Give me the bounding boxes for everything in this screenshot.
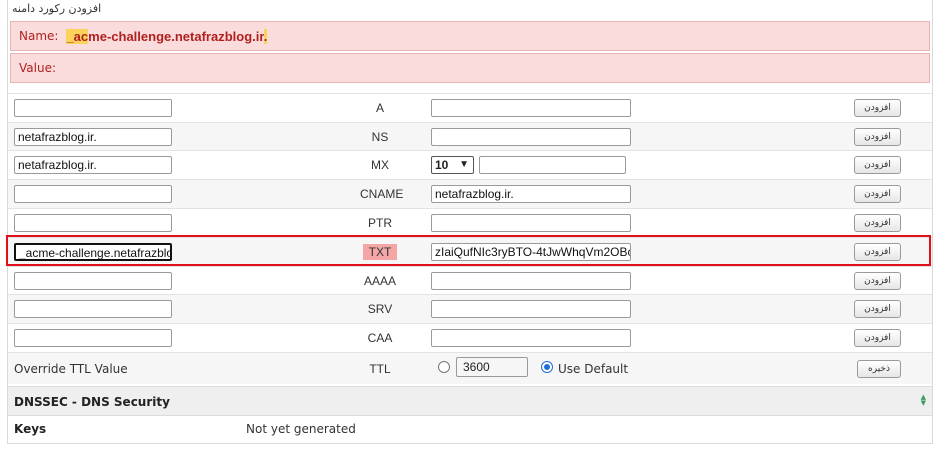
name-alert-label: Name: <box>19 29 59 43</box>
save-button[interactable]: ذخیره <box>857 360 901 378</box>
add-button-cname[interactable]: افزودن <box>854 185 901 203</box>
ttl-custom-radio[interactable] <box>438 361 450 373</box>
up-down-arrows-icon[interactable]: ▲ ▼ <box>921 394 926 407</box>
add-button-ns[interactable]: افزودن <box>854 128 901 146</box>
record-type-srv: SRV <box>367 302 393 316</box>
host-input-a[interactable] <box>14 99 172 117</box>
value-input-ns[interactable] <box>431 128 631 146</box>
host-input-srv[interactable] <box>14 300 172 318</box>
host-input-txt[interactable]: _acme-challenge.netafrazblog <box>14 243 172 261</box>
add-button-srv[interactable]: افزودن <box>854 300 901 318</box>
record-type-txt-label: TXT <box>362 244 398 260</box>
value-input-ptr[interactable] <box>431 214 631 232</box>
name-highlight-start: _ac <box>66 28 89 44</box>
record-row-aaaa: AAAA افزودن <box>8 266 932 295</box>
host-input-ptr[interactable] <box>14 214 172 232</box>
keys-row: Keys Not yet generated <box>8 416 932 442</box>
record-row-caa: CAA افزودن <box>8 323 932 352</box>
host-input-caa[interactable] <box>14 329 172 347</box>
record-row-a: A افزودن <box>8 93 932 122</box>
add-button-mx[interactable]: افزودن <box>854 156 901 174</box>
host-input-cname[interactable] <box>14 185 172 203</box>
record-row-cname: CNAME netafrazblog.ir. افزودن <box>8 179 932 208</box>
value-input-cname[interactable]: netafrazblog.ir. <box>431 185 631 203</box>
value-alert-label: Value: <box>19 61 56 75</box>
ttl-value-input[interactable]: 3600 <box>456 357 528 377</box>
value-input-a[interactable] <box>431 99 631 117</box>
record-type-mx: MX <box>371 158 389 172</box>
record-type-caa: CAA <box>367 331 393 345</box>
record-type-a: A <box>375 101 384 115</box>
dnssec-title: DNSSEC - DNS Security <box>14 395 170 409</box>
value-input-caa[interactable] <box>431 329 631 347</box>
add-button-a[interactable]: افزودن <box>854 99 901 117</box>
record-type-txt: TXT <box>360 244 400 260</box>
keys-label: Keys <box>14 422 47 436</box>
ttl-default-label: Use Default <box>558 362 629 376</box>
keys-value: Not yet generated <box>246 422 356 436</box>
ttl-type-label: TTL <box>369 362 391 376</box>
add-button-caa[interactable]: افزودن <box>854 329 901 347</box>
name-highlight-end: . <box>263 28 268 44</box>
record-row-mx: netafrazblog.ir. MX 10 ▼ افزودن <box>8 150 932 179</box>
record-type-ptr: PTR <box>368 216 392 230</box>
value-input-srv[interactable] <box>431 300 631 318</box>
value-input-txt[interactable]: zIaiQufNIc3ryBTO-4tJwWhqVm2OBc <box>431 243 631 261</box>
host-input-ns[interactable]: netafrazblog.ir. <box>14 128 172 146</box>
record-type-cname: CNAME <box>360 187 404 201</box>
record-type-aaaa: AAAA <box>363 274 396 288</box>
add-button-ptr[interactable]: افزودن <box>854 214 901 232</box>
value-input-mx[interactable] <box>479 156 626 174</box>
value-alert: Value: <box>10 53 930 83</box>
mx-priority-select[interactable]: 10 ▼ <box>431 156 474 174</box>
record-row-ptr: PTR افزودن <box>8 208 932 237</box>
name-alert: Name: _acme-challenge.netafrazblog.ir. <box>10 21 930 51</box>
record-row-ns: netafrazblog.ir. NS افزودن <box>8 122 932 151</box>
add-button-aaaa[interactable]: افزودن <box>854 272 901 290</box>
record-type-ns: NS <box>371 130 389 144</box>
record-row-txt: _acme-challenge.netafrazblog TXT zIaiQuf… <box>8 237 932 266</box>
ttl-override-label: Override TTL Value <box>14 362 128 376</box>
mx-priority-value: 10 <box>435 158 449 172</box>
host-input-aaaa[interactable] <box>14 272 172 290</box>
record-row-srv: SRV افزودن <box>8 294 932 323</box>
chevron-down-icon: ▼ <box>459 159 469 170</box>
name-highlight-mid: me-challenge.netafrazblog.ir <box>88 28 264 44</box>
dialog-title: افزودن رکورد دامنه <box>12 2 102 15</box>
ttl-default-radio[interactable] <box>541 361 553 373</box>
ttl-row: Override TTL Value TTL 3600 Use Default … <box>8 352 932 384</box>
value-input-aaaa[interactable] <box>431 272 631 290</box>
name-alert-value: _acme-challenge.netafrazblog.ir. <box>66 28 268 44</box>
add-button-txt[interactable]: افزودن <box>854 243 901 261</box>
dnssec-section-header[interactable]: DNSSEC - DNS Security ▲ ▼ <box>8 386 932 416</box>
host-input-mx[interactable]: netafrazblog.ir. <box>14 156 172 174</box>
